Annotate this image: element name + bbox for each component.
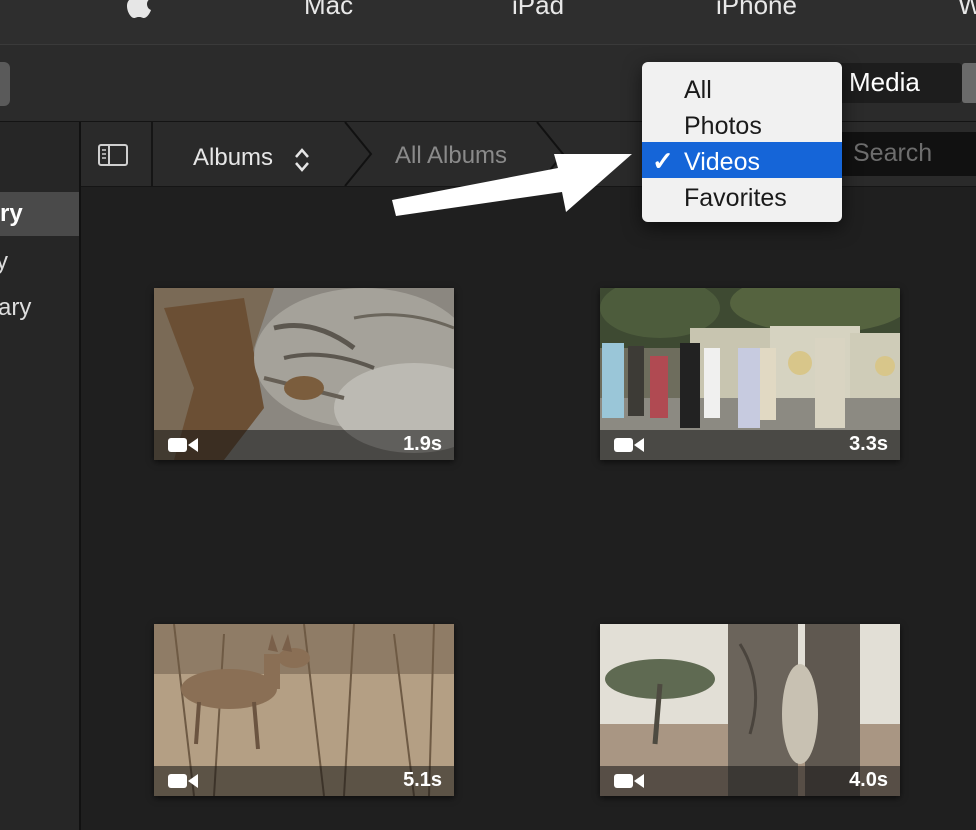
video-camera-icon [614, 438, 644, 452]
sidebar-item-label: ary [0, 294, 32, 321]
video-clip-thumbnail[interactable]: 4.0s [600, 624, 900, 796]
breadcrumb-separator-icon [344, 122, 373, 186]
clip-duration: 1.9s [403, 433, 442, 455]
nav-link-ipad[interactable]: iPad [512, 0, 564, 21]
video-camera-icon [168, 774, 198, 788]
sidebar-item-label: y [0, 248, 8, 275]
nav-link-watch[interactable]: W [958, 0, 976, 21]
up-down-chevron-icon[interactable] [293, 146, 311, 174]
toolbar-right-button[interactable] [962, 63, 976, 103]
sidebar-item-label: ry [0, 200, 23, 227]
site-nav-bar: Mac iPad iPhone W [0, 0, 976, 45]
menu-item-label: Photos [684, 112, 762, 140]
sidebar-item-library-selected[interactable]: ry [0, 192, 79, 236]
video-clip-thumbnail[interactable]: 3.3s [600, 288, 900, 460]
video-camera-icon [168, 438, 198, 452]
toolbar-left-button[interactable] [0, 62, 10, 106]
menu-item-favorites[interactable]: Favorites [642, 178, 842, 214]
sidebar-toggle-button[interactable] [81, 122, 153, 186]
albums-popup-label[interactable]: Albums [193, 144, 273, 172]
apple-logo-icon[interactable] [120, 0, 156, 20]
video-clip-thumbnail[interactable]: 5.1s [154, 624, 454, 796]
nav-link-mac[interactable]: Mac [304, 0, 353, 21]
menu-item-label: All [684, 76, 712, 104]
nav-link-iphone[interactable]: iPhone [716, 0, 797, 21]
clip-duration: 4.0s [849, 769, 888, 791]
checkmark-icon: ✓ [652, 146, 674, 176]
menu-item-label: Videos [684, 148, 760, 176]
media-tab-label[interactable]: Media [849, 67, 920, 98]
search-field[interactable] [837, 132, 976, 176]
sidebar-toggle-icon [98, 144, 128, 166]
filter-dropdown-menu: All Photos ✓ Videos Favorites [642, 62, 842, 222]
search-input[interactable] [853, 138, 976, 168]
clip-duration: 5.1s [403, 769, 442, 791]
annotation-arrow-icon [392, 154, 632, 216]
menu-item-all[interactable]: All [642, 70, 842, 106]
menu-item-photos[interactable]: Photos [642, 106, 842, 142]
clip-duration: 3.3s [849, 433, 888, 455]
menu-item-videos[interactable]: ✓ Videos [642, 142, 842, 178]
video-camera-icon [614, 774, 644, 788]
video-clip-thumbnail[interactable]: 1.9s [154, 288, 454, 460]
library-sidebar: ry y ary [0, 122, 81, 830]
menu-item-label: Favorites [684, 184, 787, 212]
